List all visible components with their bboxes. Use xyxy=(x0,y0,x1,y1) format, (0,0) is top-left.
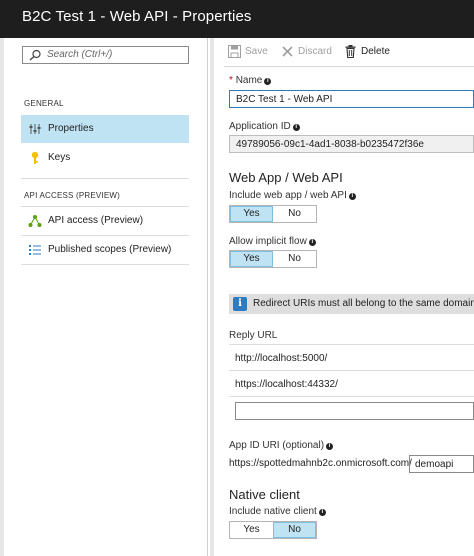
allow-implicit-flow-label: Allow implicit flow i xyxy=(229,236,316,247)
redirect-uri-notice: i Redirect URIs must all belong to the s… xyxy=(229,294,474,314)
search-input[interactable]: Search (Ctrl+/) xyxy=(22,46,189,64)
title-bar: B2C Test 1 - Web API - Properties xyxy=(0,0,474,38)
include-native-client-yes[interactable]: Yes xyxy=(230,522,273,538)
app-id-uri-label: App ID URI (optional) i xyxy=(229,440,334,451)
info-icon: i xyxy=(318,509,326,516)
application-id-label-text: Application ID xyxy=(229,121,291,132)
command-bar: Save Discard Delete xyxy=(228,44,474,64)
reply-url-value: https://localhost:44332/ xyxy=(235,379,338,390)
discard-button[interactable]: Discard xyxy=(281,44,341,62)
search-icon xyxy=(29,49,41,61)
toolbar-divider xyxy=(224,66,474,67)
sidebar-item-label: API access (Preview) xyxy=(48,215,144,226)
discard-icon xyxy=(282,46,293,57)
nav-divider xyxy=(21,264,189,265)
include-web-app-toggle[interactable]: Yes No xyxy=(229,205,317,223)
trash-icon xyxy=(345,45,356,58)
application-id-label: Application ID i xyxy=(229,121,300,132)
include-web-app-yes[interactable]: Yes xyxy=(230,206,274,222)
app-id-uri-input[interactable]: demoapi xyxy=(409,455,474,473)
allow-implicit-flow-yes[interactable]: Yes xyxy=(230,251,274,267)
info-icon: i xyxy=(233,297,247,311)
section-label-api-access: API ACCESS (PREVIEW) xyxy=(24,191,121,200)
name-label-text: Name xyxy=(235,75,263,86)
reply-url-row[interactable]: http://localhost:5000/ xyxy=(229,344,474,370)
allow-implicit-flow-toggle[interactable]: Yes No xyxy=(229,250,317,268)
properties-icon xyxy=(29,124,41,134)
search-placeholder: Search (Ctrl+/) xyxy=(47,49,113,60)
reply-url-row[interactable]: https://localhost:44332/ xyxy=(229,370,474,396)
sidebar-item-properties[interactable]: Properties xyxy=(21,115,189,143)
notice-text: Redirect URIs must all belong to the sam… xyxy=(253,298,474,309)
name-input[interactable]: B2C Test 1 - Web API xyxy=(229,90,474,108)
required-mark: * xyxy=(229,75,233,86)
info-icon: i xyxy=(308,239,316,246)
reply-url-new-row xyxy=(229,396,474,422)
info-icon: i xyxy=(292,124,300,131)
sidebar-item-label: Properties xyxy=(48,123,94,134)
delete-label: Delete xyxy=(361,46,390,57)
sidebar-item-label: Published scopes (Preview) xyxy=(48,244,172,255)
api-access-icon xyxy=(28,215,42,227)
sidebar-item-label: Keys xyxy=(48,152,71,163)
nav-divider xyxy=(21,178,189,179)
left-nav-pane: Search (Ctrl+/) GENERAL Properties Keys … xyxy=(0,38,208,556)
include-native-client-label: Include native client i xyxy=(229,506,326,517)
key-icon xyxy=(31,151,39,164)
app-id-uri-prefix: https://spottedmahnb2c.onmicrosoft.com/ xyxy=(229,458,412,469)
sidebar-item-api-access[interactable]: API access (Preview) xyxy=(21,207,189,235)
include-web-app-label: Include web app / web API i xyxy=(229,190,356,201)
reply-url-label: Reply URL xyxy=(229,330,278,341)
sidebar-item-keys[interactable]: Keys xyxy=(21,144,189,172)
save-button[interactable]: Save xyxy=(228,44,276,62)
name-label: * Name i xyxy=(229,75,272,86)
include-native-client-toggle[interactable]: Yes No xyxy=(229,521,317,539)
save-icon xyxy=(228,45,241,58)
include-web-app-no[interactable]: No xyxy=(273,206,316,222)
allow-implicit-flow-no[interactable]: No xyxy=(273,251,316,267)
info-icon: i xyxy=(326,443,334,450)
native-client-heading: Native client xyxy=(229,487,300,502)
allow-implicit-flow-label-text: Allow implicit flow xyxy=(229,236,307,247)
include-native-client-no[interactable]: No xyxy=(272,522,316,538)
application-id-field[interactable]: 49789056-09c1-4ad1-8038-b0235472f36e xyxy=(229,135,474,153)
new-reply-url-input[interactable] xyxy=(235,402,474,420)
info-icon: i xyxy=(264,78,272,85)
info-icon: i xyxy=(348,193,356,200)
include-web-app-label-text: Include web app / web API xyxy=(229,190,347,201)
web-app-heading: Web App / Web API xyxy=(229,170,343,185)
reply-url-value: http://localhost:5000/ xyxy=(235,353,328,364)
delete-button[interactable]: Delete xyxy=(344,44,399,62)
blade-title: B2C Test 1 - Web API - Properties xyxy=(22,8,252,25)
app-id-uri-label-text: App ID URI (optional) xyxy=(229,440,325,451)
sidebar-item-published-scopes[interactable]: Published scopes (Preview) xyxy=(21,236,189,264)
discard-label: Discard xyxy=(298,46,332,57)
section-label-general: GENERAL xyxy=(24,99,64,108)
save-label: Save xyxy=(245,46,268,57)
include-native-client-label-text: Include native client xyxy=(229,506,317,517)
scopes-list-icon xyxy=(29,245,41,255)
